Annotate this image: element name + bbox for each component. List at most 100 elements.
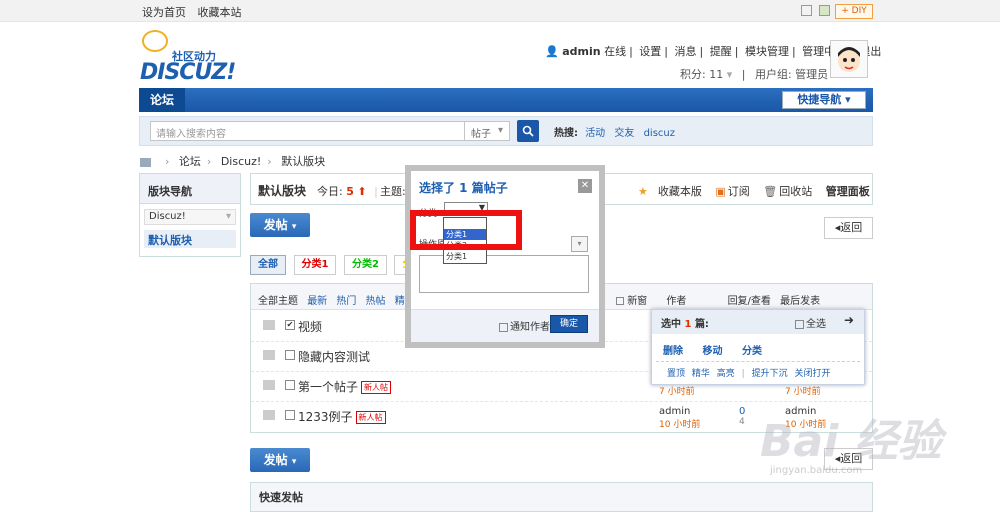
module-manage-link[interactable]: 模块管理: [745, 45, 789, 58]
diy-button[interactable]: + DIY: [835, 4, 873, 19]
digest-action[interactable]: 精华: [692, 369, 710, 379]
select-all-checkbox[interactable]: [795, 319, 804, 329]
notices-link[interactable]: 提醒: [710, 45, 732, 58]
avatar-face-icon: [838, 47, 860, 72]
messages-link[interactable]: 消息: [675, 45, 697, 58]
site-logo[interactable]: 社区动力 DISCUZ!: [140, 30, 250, 85]
breadcrumb-discuz[interactable]: Discuz!: [221, 155, 261, 168]
favorite-board-link[interactable]: 收藏本版: [658, 185, 702, 198]
category-tab-1[interactable]: 分类1: [293, 255, 337, 275]
new-user-tag: 新人帖: [355, 411, 386, 424]
points-link[interactable]: 积分: 11: [680, 68, 723, 81]
last-post-column-header: 最后发表: [780, 296, 821, 307]
style-icon[interactable]: [819, 5, 830, 16]
thread-checkbox[interactable]: [285, 350, 295, 360]
filter-hot-threads[interactable]: 热帖: [366, 296, 386, 307]
today-count: 今日: 5 ⬆ |: [317, 185, 378, 198]
thread-title[interactable]: 视频: [298, 318, 322, 335]
new-thread-button[interactable]: 发帖 ▾: [250, 213, 310, 237]
thread-title[interactable]: 第一个帖子: [298, 380, 358, 394]
user-group-link[interactable]: 用户组: 管理员: [755, 68, 828, 81]
reason-chevron-icon: ▾: [577, 239, 582, 248]
today-label: 今日:: [317, 185, 347, 198]
confirm-button[interactable]: 确定: [550, 315, 588, 333]
filter-latest[interactable]: 最新: [307, 296, 327, 307]
forum-title: 默认版块: [258, 184, 307, 198]
hot-word-3[interactable]: discuz: [644, 128, 675, 139]
collapse-arrow-icon[interactable]: ➜: [844, 313, 854, 327]
new-window-label: 新窗: [627, 296, 648, 307]
classify-action[interactable]: 分类: [742, 346, 762, 357]
highlight-action[interactable]: 高亮: [717, 369, 735, 379]
move-action[interactable]: 移动: [702, 346, 722, 357]
breadcrumb: › 论坛 › Discuz! › 默认版块: [140, 153, 325, 169]
quick-nav-button[interactable]: 快捷导航 ▾: [782, 91, 866, 109]
top-links: 设为首页 收藏本站: [142, 4, 250, 20]
hot-word-1[interactable]: 活动: [585, 128, 605, 139]
search-type-value: 帖子: [471, 129, 491, 140]
thread-checkbox[interactable]: [285, 380, 295, 390]
set-home-link[interactable]: 设为首页: [142, 6, 186, 19]
search-type-select[interactable]: 帖子 ▾: [465, 121, 510, 141]
settings-link[interactable]: 设置: [639, 45, 661, 58]
reason-select[interactable]: ▾: [571, 236, 588, 252]
highlight-annotation-box: [410, 210, 522, 250]
thread-title-wrap: 第一个帖子 新人帖: [298, 378, 392, 395]
selected-suffix: 篇:: [694, 319, 709, 330]
sidebar-title: 版块导航: [140, 174, 240, 204]
fullscreen-icon[interactable]: [801, 5, 812, 16]
notify-author[interactable]: 通知作者: [499, 318, 550, 333]
manage-panel-link[interactable]: 管理面板: [826, 185, 870, 198]
username-link[interactable]: admin: [562, 45, 600, 58]
thread-columns: 新窗 作者 回复/查看 最后发表: [616, 292, 820, 307]
close-open-action[interactable]: 关闭打开: [794, 369, 830, 379]
notify-author-checkbox[interactable]: [499, 322, 508, 332]
select-all-label: 全选: [806, 319, 826, 330]
thread-author-name[interactable]: admin: [659, 406, 700, 417]
breadcrumb-default-board[interactable]: 默认版块: [281, 155, 325, 168]
new-user-tag: 新人帖: [361, 381, 392, 394]
thread-title[interactable]: 隐藏内容测试: [298, 348, 370, 365]
hot-word-2[interactable]: 交友: [614, 128, 634, 139]
sidebar-item-default-board[interactable]: 默认版块: [144, 230, 236, 248]
online-status[interactable]: 在线: [604, 45, 626, 58]
thread-title[interactable]: 1233例子: [298, 410, 353, 424]
bookmark-link[interactable]: 收藏本站: [198, 6, 242, 19]
subscribe-link[interactable]: 订阅: [728, 185, 750, 198]
bump-action[interactable]: 提升下沉: [752, 369, 788, 379]
thread-last-time: 7 小时前: [785, 387, 821, 397]
classify-dialog: 选择了 1 篇帖子 ✕ 分类: ▼ 操作原 ▾ 通知作者 确定: [405, 165, 605, 348]
sidebar-dropdown[interactable]: Discuz! ▾: [144, 209, 236, 225]
forum-actions: ★ 收藏本版 ▣ 订阅 🗑 回收站 管理面板: [638, 183, 870, 199]
back-label: 返回: [840, 221, 863, 234]
main-nav-bar: [139, 88, 873, 112]
quick-post-title: 快速发帖: [259, 491, 303, 504]
filter-all[interactable]: 全部主题: [258, 296, 298, 307]
breadcrumb-forum[interactable]: 论坛: [179, 155, 201, 168]
avatar[interactable]: [830, 40, 868, 78]
thread-folder-icon: [263, 350, 275, 360]
dropdown-option-3[interactable]: 分类1: [444, 251, 486, 262]
thread-reply-count[interactable]: 0: [739, 406, 745, 417]
home-icon[interactable]: [140, 157, 151, 167]
delete-action[interactable]: 删除: [663, 346, 683, 357]
new-thread-button-bottom[interactable]: 发帖 ▾: [250, 448, 310, 472]
category-tab-2[interactable]: 分类2: [343, 255, 387, 275]
back-button[interactable]: ◂返回: [824, 217, 873, 239]
category-tab-all[interactable]: 全部: [250, 255, 286, 275]
nav-tab-forum[interactable]: 论坛: [139, 88, 185, 112]
thread-last: 7 小时前: [785, 384, 821, 397]
new-window-checkbox[interactable]: [616, 297, 624, 305]
stick-action[interactable]: 置顶: [667, 369, 685, 379]
filter-hot[interactable]: 热门: [336, 296, 356, 307]
recycle-bin-link[interactable]: 回收站: [779, 185, 812, 198]
thread-title-wrap: 1233例子 新人帖: [298, 408, 386, 425]
search-button[interactable]: [517, 120, 539, 142]
thread-folder-icon: [263, 320, 275, 330]
thread-checkbox[interactable]: ✔: [285, 320, 295, 330]
search-input[interactable]: 请输入搜索内容: [150, 121, 465, 141]
thread-checkbox[interactable]: [285, 410, 295, 420]
selected-prefix: 选中: [661, 319, 681, 330]
close-icon[interactable]: ✕: [578, 179, 592, 193]
select-all[interactable]: 全选: [795, 315, 826, 330]
